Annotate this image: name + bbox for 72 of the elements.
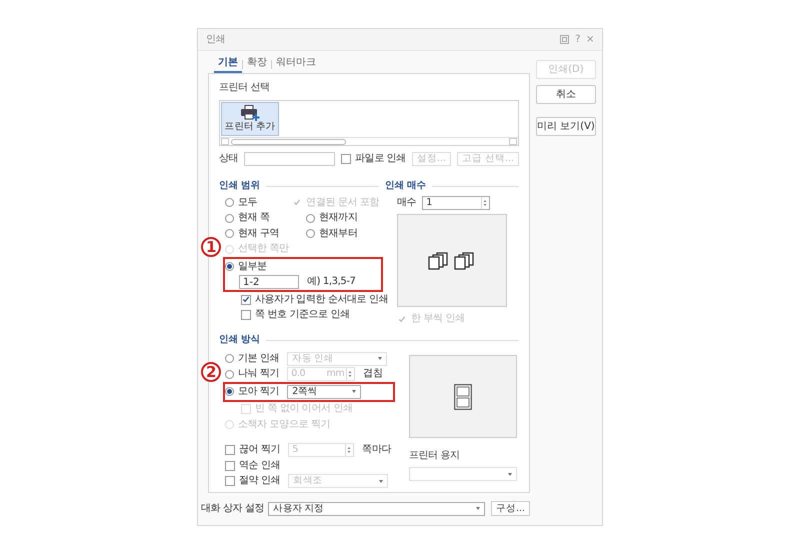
option-label: 기본 인쇄 <box>238 352 280 365</box>
printer-tile[interactable]: 프린터 추가 <box>221 102 279 136</box>
dropdown[interactable]: 2쪽씩 <box>287 384 362 399</box>
checkbox[interactable] <box>241 310 251 320</box>
hint-text: 쪽마다 <box>362 444 391 456</box>
radio-button[interactable] <box>306 214 315 223</box>
checkbox[interactable] <box>341 154 352 164</box>
collated-pages-icon <box>428 252 476 270</box>
option-label: 나눠 찍기 <box>238 368 280 380</box>
group-title: 인쇄 방식 <box>219 334 260 346</box>
callout-number: 1 <box>201 237 221 257</box>
radio-button[interactable] <box>225 370 234 379</box>
option-label: 역순 인쇄 <box>239 460 280 472</box>
settings-label: 대화 상자 설정 <box>201 502 264 514</box>
scroll-bar[interactable] <box>220 137 518 145</box>
window-title: 인쇄 <box>206 34 226 46</box>
group-title: 인쇄 매수 <box>385 180 426 192</box>
paper-label: 프린터 용지 <box>409 450 461 462</box>
radio-button[interactable] <box>225 229 234 238</box>
printer-add-icon <box>240 105 260 121</box>
caret-icon <box>508 472 512 476</box>
radio-button[interactable] <box>225 214 234 223</box>
section-label: 프린터 선택 <box>219 82 271 94</box>
copies-label: 매수 <box>397 197 416 209</box>
configure-button[interactable]: 구성... <box>490 501 530 516</box>
tab[interactable]: 워터마크 <box>272 56 320 73</box>
option-label: 현재까지 <box>319 212 358 224</box>
option-label: 선택한 쪽만 <box>238 243 289 256</box>
tile-label: 프린터 추가 <box>224 121 276 133</box>
hint-text: 겹침 <box>363 368 382 380</box>
dropdown[interactable]: 사용자 지정 <box>268 502 485 516</box>
dialog-button[interactable]: 취소 <box>536 85 596 104</box>
checkbox[interactable] <box>241 294 251 305</box>
caret-icon <box>352 390 356 394</box>
option-label: 현재부터 <box>319 228 358 240</box>
option-label: 소책자 모양으로 찍기 <box>238 418 330 431</box>
option-label: 사용자가 입력한 순서대로 인쇄 <box>255 294 388 306</box>
option-label: 파일로 인쇄 <box>355 153 406 165</box>
spinner-arrows-icon[interactable] <box>481 197 490 209</box>
caret-icon <box>378 357 382 360</box>
checkbox[interactable] <box>225 476 235 486</box>
checkbox[interactable] <box>225 445 235 456</box>
callout-number: 2 <box>201 362 221 382</box>
option-label: 모아 찍기 <box>238 386 280 398</box>
window-icon[interactable] <box>560 35 570 44</box>
radio-button[interactable] <box>225 198 234 208</box>
group-title: 인쇄 범위 <box>219 180 260 192</box>
copies-spinner[interactable]: 1 <box>422 196 490 210</box>
option-label: 연결된 문서 포함 <box>306 196 379 209</box>
option-label: 쪽 번호 기준으로 인쇄 <box>255 309 350 322</box>
radio-button[interactable] <box>225 354 234 364</box>
option-label: 빈 쪽 없이 이어서 인쇄 <box>255 403 353 416</box>
radio-button[interactable] <box>225 387 234 396</box>
option-label: 현재 구역 <box>238 228 280 240</box>
option-label: 모두 <box>238 196 258 209</box>
caret-icon <box>476 507 480 510</box>
tab[interactable]: 확장 <box>243 56 271 73</box>
option-label: 끊어 찍기 <box>239 444 280 456</box>
option-label: 절약 인쇄 <box>239 475 280 488</box>
option-label: 현재 쪽 <box>238 212 270 224</box>
two-up-page-icon <box>454 384 472 410</box>
checkbox[interactable] <box>225 460 235 471</box>
input-field[interactable]: 1-2 <box>239 275 299 290</box>
hint-text: 예) 1,3,5-7 <box>307 276 356 288</box>
radio-button[interactable] <box>225 262 234 272</box>
radio-button[interactable] <box>306 229 315 238</box>
option-label: 한 부씩 인쇄 <box>411 313 465 325</box>
spinner-input[interactable]: 1 <box>426 197 436 209</box>
status-label: 상태 <box>219 153 238 165</box>
option-label: 일부분 <box>238 260 267 273</box>
caret-icon <box>379 480 384 483</box>
dialog-button[interactable]: 미리 보기(V) <box>536 117 596 136</box>
